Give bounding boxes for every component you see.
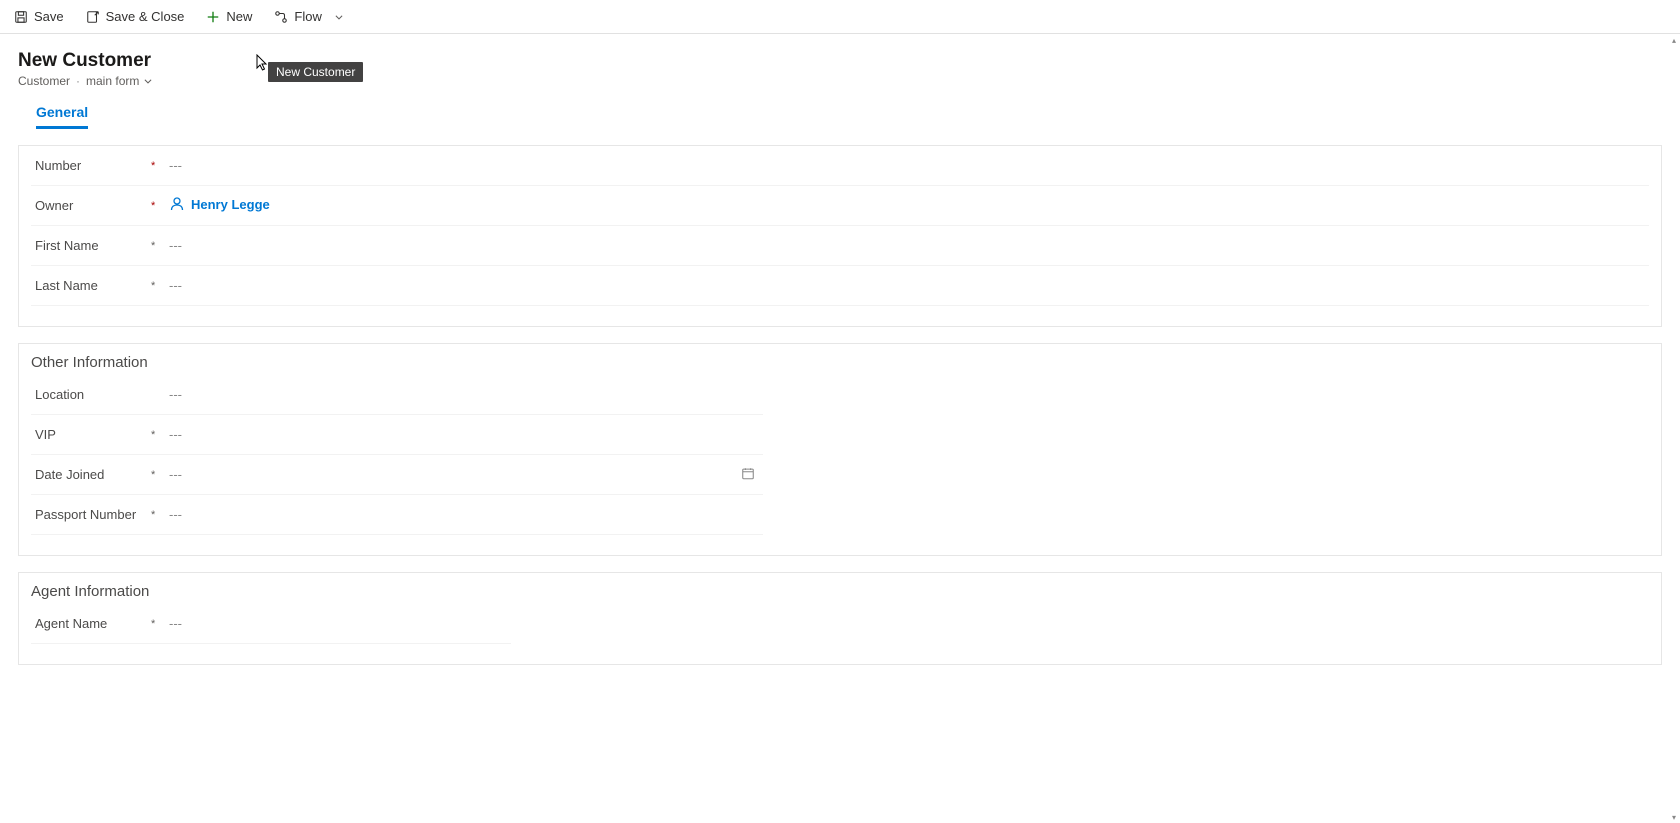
new-button[interactable]: New xyxy=(200,5,258,28)
field-owner-value[interactable]: Henry Legge xyxy=(169,196,1649,215)
new-label: New xyxy=(226,9,252,24)
page-header: New Customer Customer · main form New Cu… xyxy=(0,34,1680,129)
scrollbar[interactable]: ▴ ▾ xyxy=(1668,34,1680,823)
field-number-label: Number xyxy=(31,158,151,173)
field-first-name[interactable]: First Name * --- xyxy=(31,226,1649,266)
flow-label: Flow xyxy=(294,9,321,24)
section-other-title: Other Information xyxy=(19,344,1661,375)
plus-icon xyxy=(206,10,220,24)
save-close-button[interactable]: Save & Close xyxy=(80,5,191,28)
form-selector[interactable]: main form xyxy=(86,74,153,88)
owner-name: Henry Legge xyxy=(191,197,270,212)
field-date-joined-label: Date Joined xyxy=(31,467,151,482)
field-vip-value[interactable]: --- xyxy=(169,427,763,442)
field-passport-value[interactable]: --- xyxy=(169,507,763,522)
required-mark: * xyxy=(151,618,169,630)
field-location[interactable]: Location --- xyxy=(31,375,763,415)
person-icon xyxy=(169,196,185,212)
save-icon xyxy=(14,10,28,24)
form-name: main form xyxy=(86,74,139,88)
field-number-value[interactable]: --- xyxy=(169,158,1649,173)
save-close-icon xyxy=(86,10,100,24)
chevron-down-icon xyxy=(332,10,346,24)
save-close-label: Save & Close xyxy=(106,9,185,24)
required-mark: * xyxy=(151,280,169,292)
section-other-information: Other Information Location --- VIP * ---… xyxy=(18,343,1662,556)
field-last-name-value[interactable]: --- xyxy=(169,278,1649,293)
field-owner[interactable]: Owner * Henry Legge xyxy=(31,186,1649,226)
required-mark: * xyxy=(151,160,169,172)
field-date-joined[interactable]: Date Joined * --- xyxy=(31,455,763,495)
field-location-label: Location xyxy=(31,387,151,402)
chevron-down-icon xyxy=(143,76,153,86)
breadcrumb: Customer · main form xyxy=(18,74,1662,88)
field-agent-name-label: Agent Name xyxy=(31,616,151,631)
tab-general[interactable]: General xyxy=(36,104,88,129)
breadcrumb-separator: · xyxy=(76,74,80,88)
field-passport-label: Passport Number xyxy=(31,507,151,522)
section-agent-information: Agent Information Agent Name * --- xyxy=(18,572,1662,665)
field-agent-name-value[interactable]: --- xyxy=(169,616,511,631)
required-mark: * xyxy=(151,200,169,212)
field-last-name-label: Last Name xyxy=(31,278,151,293)
flow-button[interactable]: Flow xyxy=(268,5,351,28)
required-mark: * xyxy=(151,469,169,481)
owner-lookup-chip[interactable]: Henry Legge xyxy=(169,196,270,212)
field-passport[interactable]: Passport Number * --- xyxy=(31,495,763,535)
breadcrumb-entity: Customer xyxy=(18,74,70,88)
save-label: Save xyxy=(34,9,64,24)
field-number[interactable]: Number * --- xyxy=(31,146,1649,186)
flow-icon xyxy=(274,10,288,24)
field-location-value[interactable]: --- xyxy=(169,387,763,402)
field-first-name-label: First Name xyxy=(31,238,151,253)
field-agent-name[interactable]: Agent Name * --- xyxy=(31,604,511,644)
field-last-name[interactable]: Last Name * --- xyxy=(31,266,1649,306)
field-vip[interactable]: VIP * --- xyxy=(31,415,763,455)
field-owner-label: Owner xyxy=(31,198,151,213)
scroll-down-icon[interactable]: ▾ xyxy=(1670,813,1678,821)
command-bar: Save Save & Close New Flow xyxy=(0,0,1680,34)
field-date-joined-value[interactable]: --- xyxy=(169,467,763,482)
calendar-icon[interactable] xyxy=(741,466,755,483)
save-button[interactable]: Save xyxy=(8,5,70,28)
section-general: Number * --- Owner * Henry Legge First N… xyxy=(18,145,1662,327)
field-vip-label: VIP xyxy=(31,427,151,442)
required-mark: * xyxy=(151,429,169,441)
page-title: New Customer xyxy=(18,50,1662,72)
field-first-name-value[interactable]: --- xyxy=(169,238,1649,253)
form-tabs: General xyxy=(18,104,1662,129)
required-mark: * xyxy=(151,509,169,521)
scroll-up-icon[interactable]: ▴ xyxy=(1670,36,1678,44)
section-agent-title: Agent Information xyxy=(19,573,1661,604)
required-mark: * xyxy=(151,240,169,252)
